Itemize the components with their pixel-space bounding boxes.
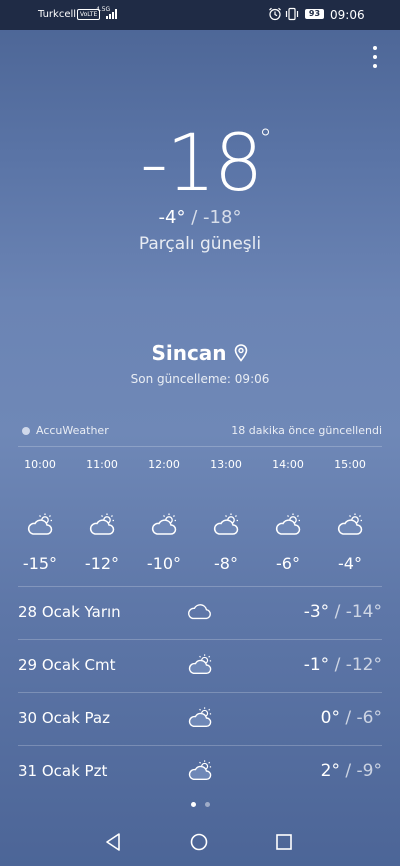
day-low: -9° (356, 761, 382, 781)
city-name[interactable]: Sincan (151, 341, 226, 365)
hour-temperature: -6° (276, 554, 300, 573)
day-high-low: -1° / -12° (304, 655, 382, 675)
day-high-low: 0° / -6° (321, 708, 382, 728)
today-low: -18° (203, 207, 242, 228)
daily-row[interactable]: 29 Ocak Cmt -1° / -12° (18, 639, 382, 692)
day-separator: / (334, 602, 341, 622)
day-high: 2° (320, 761, 340, 781)
partly-sunny-icon (26, 512, 54, 538)
daily-row[interactable]: 30 Ocak Paz 0° / -6° (18, 692, 382, 745)
hour-temperature: -4° (338, 554, 362, 573)
day-label: 28 Ocak Yarın (18, 603, 121, 621)
weather-condition: Parçalı güneşli (138, 234, 262, 254)
hour-time: 10:00 (24, 458, 56, 471)
battery-icon: 93 (305, 9, 324, 19)
location-pin-icon (234, 344, 247, 362)
partly-sunny-icon (186, 706, 214, 730)
hourly-forecast[interactable]: 10:00 -15° 11:00 -12° 12:00 -10° 13:00 -8° 14:00… (8, 458, 400, 583)
source-name[interactable]: AccuWeather (36, 424, 109, 437)
vibrate-icon (285, 7, 299, 21)
hour-time: 12:00 (148, 458, 180, 471)
hour-time: 11:00 (86, 458, 118, 471)
day-separator: / (345, 761, 352, 781)
today-high-low: -4° / -18° (0, 207, 400, 228)
carrier-name: Turkcell (38, 9, 77, 20)
high-low-separator: / (191, 207, 198, 228)
current-temperature: -18 (140, 119, 263, 209)
signal-icon (106, 9, 117, 19)
day-low: -6° (356, 708, 382, 728)
status-clock: 09:06 (330, 8, 365, 22)
hour-temperature: -15° (22, 554, 58, 573)
divider (18, 446, 382, 447)
temperature-unit: ° (259, 124, 272, 154)
day-label: 29 Ocak Cmt (18, 656, 116, 674)
hour-temperature: -10° (146, 554, 182, 573)
day-low: -12° (345, 655, 382, 675)
hour-temperature: -8° (214, 554, 238, 573)
status-bar: Turkcell VoLTE 4.5G 93 09:06 (0, 0, 400, 30)
day-label: 31 Ocak Pzt (18, 762, 108, 780)
data-source: AccuWeather 18 dakika önce güncellendi (22, 424, 382, 440)
daily-row[interactable]: 31 Ocak Pzt 2° / -9° (18, 745, 382, 798)
cloud-icon (186, 600, 214, 624)
hour-time: 13:00 (210, 458, 242, 471)
last-updated: Son güncelleme: 09:06 (130, 372, 270, 386)
day-low: -14° (345, 602, 382, 622)
partly-sunny-icon (212, 512, 240, 538)
daily-row[interactable]: 28 Ocak Yarın -3° / -14° (18, 586, 382, 639)
hour-temperature: -12° (84, 554, 120, 573)
navigation-bar (0, 818, 400, 866)
alarm-icon (269, 7, 281, 21)
partly-sunny-icon (336, 512, 364, 538)
location[interactable]: Sincan (0, 341, 400, 365)
page-dot (190, 802, 196, 807)
page-dot (204, 802, 210, 807)
partly-sunny-icon (88, 512, 116, 538)
partly-sunny-icon (186, 759, 214, 783)
day-high-low: 2° / -9° (321, 761, 382, 781)
hour-time: 15:00 (334, 458, 366, 471)
accuweather-logo-icon (22, 427, 30, 435)
day-separator: / (334, 655, 341, 675)
partly-sunny-icon (186, 653, 214, 677)
recent-apps-icon[interactable] (276, 834, 292, 850)
day-label: 30 Ocak Paz (18, 709, 110, 727)
day-high: 0° (320, 708, 340, 728)
page-indicator (0, 802, 400, 807)
home-icon[interactable] (190, 833, 208, 851)
partly-sunny-icon (150, 512, 178, 538)
today-high: -4° (158, 207, 186, 228)
more-options-icon[interactable] (368, 46, 382, 68)
day-high: -1° (303, 655, 330, 675)
day-high-low: -3° / -14° (304, 602, 382, 622)
source-updated: 18 dakika önce güncellendi (231, 424, 382, 437)
hour-time: 14:00 (272, 458, 304, 471)
day-high: -3° (303, 602, 330, 622)
day-separator: / (345, 708, 352, 728)
partly-sunny-icon (274, 512, 302, 538)
back-icon[interactable] (104, 832, 122, 852)
